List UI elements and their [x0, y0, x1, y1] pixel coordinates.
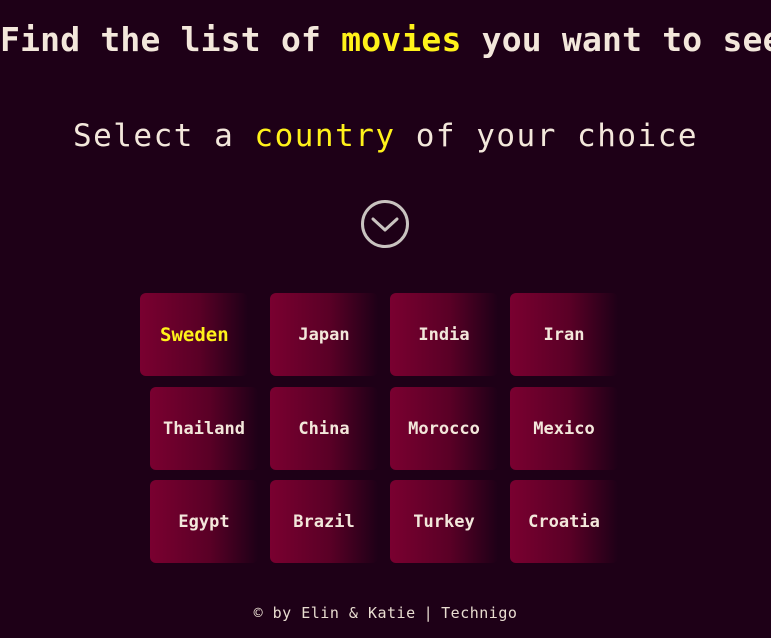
country-button-japan[interactable]: Japan: [270, 293, 378, 376]
footer-credit: © by Elin & Katie: [253, 604, 416, 622]
footer-org-link[interactable]: Technigo: [441, 604, 517, 622]
country-button-brazil[interactable]: Brazil: [270, 480, 378, 563]
country-button-egypt[interactable]: Egypt: [150, 480, 258, 563]
footer-separator: |: [423, 604, 434, 622]
country-button-india[interactable]: India: [390, 293, 498, 376]
country-button-morocco[interactable]: Morocco: [390, 387, 498, 470]
title-text-end: you want to see: [461, 20, 771, 59]
country-button-iran[interactable]: Iran: [510, 293, 618, 376]
page: Find the list of movies you want to see …: [0, 0, 771, 638]
page-subtitle: Select a country of your choice: [0, 118, 771, 154]
subtitle-highlight: country: [254, 118, 396, 154]
chevron-down-circle-icon[interactable]: [360, 199, 410, 249]
footer: © by Elin & Katie | Technigo: [0, 604, 771, 622]
country-button-china[interactable]: China: [270, 387, 378, 470]
title-highlight: movies: [341, 20, 462, 59]
subtitle-text-end: of your choice: [395, 118, 699, 154]
page-title: Find the list of movies you want to see: [0, 20, 771, 59]
country-button-turkey[interactable]: Turkey: [390, 480, 498, 563]
country-button-thailand[interactable]: Thailand: [150, 387, 258, 470]
country-button-mexico[interactable]: Mexico: [510, 387, 618, 470]
title-text-start: Find the list of: [0, 20, 342, 59]
country-button-sweden[interactable]: Sweden: [140, 293, 248, 376]
country-button-croatia[interactable]: Croatia: [510, 480, 618, 563]
subtitle-text-start: Select a: [72, 118, 255, 154]
